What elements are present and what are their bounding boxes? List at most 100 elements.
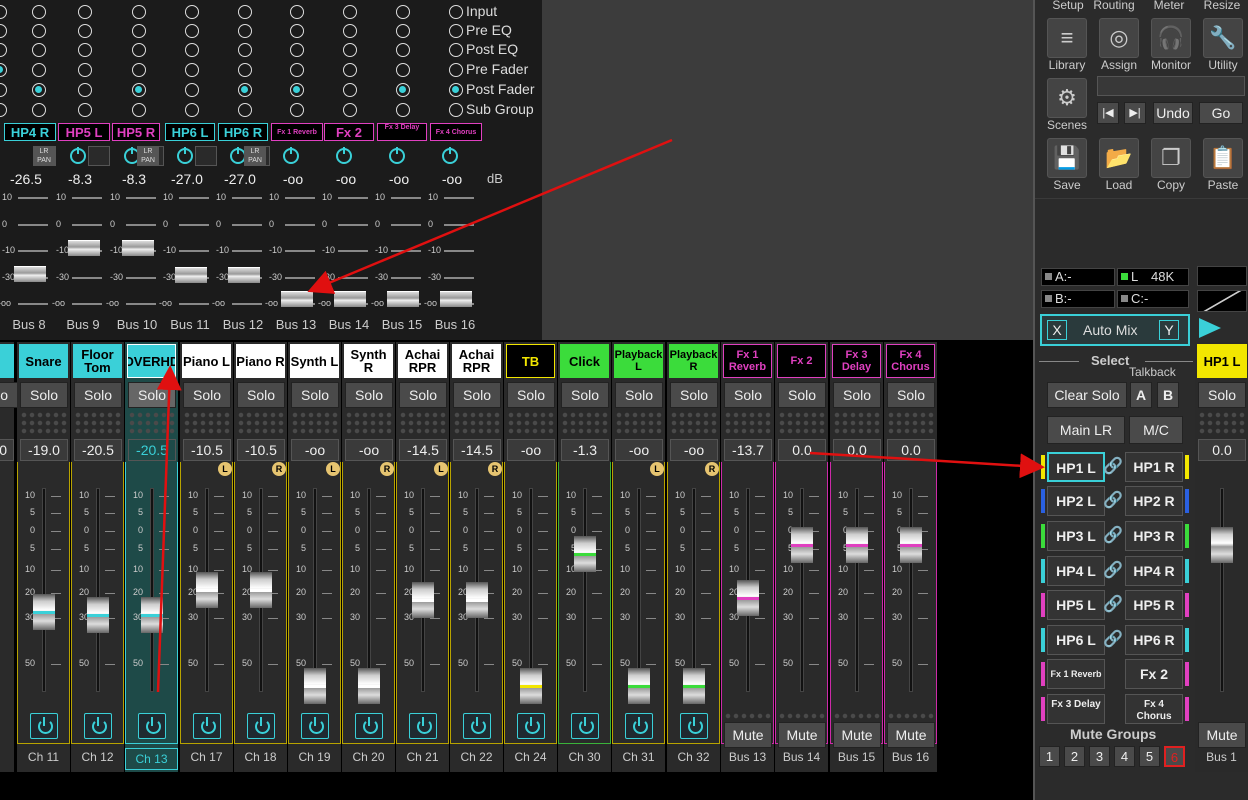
tap-radio[interactable] [238, 5, 252, 19]
channel-on-icon[interactable] [517, 713, 545, 739]
solo-button[interactable]: Solo [833, 382, 881, 408]
bus-name-16[interactable]: Fx 4 Chorus [430, 123, 482, 141]
tap-radio[interactable] [132, 103, 146, 117]
play-icon[interactable] [1199, 318, 1221, 338]
copy-icon[interactable]: ❐ [1151, 138, 1191, 178]
next-scene-button[interactable]: ▶| [1124, 102, 1146, 124]
select-hp4-l[interactable]: HP4 L [1047, 556, 1105, 586]
channel-name-ch-12[interactable]: Floor Tom [73, 344, 122, 378]
tap-radio[interactable] [343, 63, 357, 77]
solo-button[interactable]: Solo [345, 382, 393, 408]
tap-radio[interactable] [32, 24, 46, 38]
right-strip-name[interactable]: HP1 L [1197, 344, 1247, 378]
mute-button[interactable]: Mute [724, 722, 772, 748]
channel-name-ch-11[interactable]: Snare [19, 344, 68, 378]
channel-on-icon[interactable] [680, 713, 708, 739]
tap-radio[interactable] [0, 43, 7, 57]
utility-icon[interactable]: 🔧 [1203, 18, 1243, 58]
bus-name-10[interactable]: HP5 R [112, 123, 160, 141]
tap-radio[interactable] [290, 103, 304, 117]
tap-radio[interactable] [132, 24, 146, 38]
monitor-icon[interactable]: 🎧 [1151, 18, 1191, 58]
paste-icon[interactable]: 📋 [1203, 138, 1243, 178]
channel-on-icon[interactable] [409, 713, 437, 739]
solo-button[interactable]: Solo [399, 382, 447, 408]
channel-on-icon[interactable] [355, 713, 383, 739]
solo-button[interactable]: Solo [670, 382, 718, 408]
tap-radio[interactable] [185, 83, 199, 97]
tap-radio-pre-fader[interactable] [449, 63, 463, 77]
mc-button[interactable]: M/C [1129, 416, 1183, 444]
tap-radio[interactable] [78, 24, 92, 38]
channel-name-ch-17[interactable]: Piano L [182, 344, 231, 378]
tap-radio[interactable] [290, 63, 304, 77]
bus-name-8[interactable]: HP4 R [4, 123, 56, 141]
select-hp1-r[interactable]: HP1 R [1125, 452, 1183, 482]
tap-radio[interactable] [396, 24, 410, 38]
tap-radio[interactable] [238, 24, 252, 38]
select-hp5-r[interactable]: HP5 R [1125, 590, 1183, 620]
select-hp6-r[interactable]: HP6 R [1125, 625, 1183, 655]
menu-routing[interactable]: Routing [1089, 0, 1139, 12]
channel-fader-cap[interactable] [520, 668, 542, 704]
select-hp5-l[interactable]: HP5 L [1047, 590, 1105, 620]
tap-radio[interactable] [238, 83, 252, 97]
channel-on-icon[interactable] [625, 713, 653, 739]
bus-name-13[interactable]: Fx 1 Reverb [271, 123, 323, 141]
channel-fader-cap[interactable] [900, 527, 922, 563]
channel-fader-cap[interactable] [846, 527, 868, 563]
solo-button[interactable]: Solo [507, 382, 555, 408]
tap-radio[interactable] [185, 5, 199, 19]
channel-on-icon[interactable] [193, 713, 221, 739]
tap-radio[interactable] [396, 43, 410, 57]
channel-name-ch-22[interactable]: Achai RPR [452, 344, 501, 378]
bus-fader-cap[interactable] [334, 291, 366, 307]
select-hp2-r[interactable]: HP2 R [1125, 486, 1183, 516]
select-hp4-r[interactable]: HP4 R [1125, 556, 1183, 586]
tap-radio-input[interactable] [449, 5, 463, 19]
link-icon[interactable]: 🔗 [1103, 457, 1123, 477]
channel-fader-cap[interactable] [683, 668, 705, 704]
partial-solo-button[interactable]: Solo [0, 382, 18, 408]
tap-radio[interactable] [0, 103, 7, 117]
tap-radio[interactable] [132, 63, 146, 77]
channel-name-ch-18[interactable]: Piano R [236, 344, 285, 378]
undo-button[interactable]: Undo [1153, 102, 1193, 124]
channel-fader-cap[interactable] [196, 572, 218, 609]
mute-group-3[interactable]: 3 [1089, 746, 1110, 767]
tap-radio[interactable] [396, 5, 410, 19]
channel-name-bus-13[interactable]: Fx 1 Reverb [723, 344, 772, 378]
channel-name-bus-15[interactable]: Fx 3 Delay [832, 344, 881, 378]
mute-button[interactable]: Mute [887, 722, 935, 748]
channel-on-icon[interactable] [84, 713, 112, 739]
mute-group-6[interactable]: 6 [1164, 746, 1185, 767]
tap-radio[interactable] [185, 63, 199, 77]
channel-fader-cap[interactable] [737, 580, 759, 617]
right-fader-cap[interactable] [1211, 527, 1233, 563]
channel-name-ch-32[interactable]: Playback R [669, 344, 718, 378]
channel-fader-cap[interactable] [250, 572, 272, 609]
tap-radio[interactable] [78, 103, 92, 117]
menu-meter[interactable]: Meter [1144, 0, 1194, 12]
channel-fader-cap[interactable] [412, 582, 434, 619]
select-hp3-l[interactable]: HP3 L [1047, 521, 1105, 551]
bus-name-15[interactable]: Fx 3 Delay [377, 123, 427, 141]
channel-on-icon[interactable] [30, 713, 58, 739]
tap-radio[interactable] [78, 5, 92, 19]
channel-on-icon[interactable] [247, 713, 275, 739]
select-fx-4[interactable]: Fx 4 Chorus [1125, 694, 1183, 724]
tap-radio[interactable] [343, 83, 357, 97]
channel-name-ch-13[interactable]: OVERHD [127, 344, 176, 378]
bus-name-9[interactable]: HP5 L [58, 123, 110, 141]
bus-fader-cap[interactable] [14, 266, 46, 283]
select-hp2-l[interactable]: HP2 L [1047, 486, 1105, 516]
tap-radio[interactable] [238, 43, 252, 57]
tap-radio[interactable] [396, 83, 410, 97]
right-mute-button[interactable]: Mute [1198, 722, 1246, 748]
bus-fader-cap[interactable] [440, 291, 472, 307]
channel-name-ch-21[interactable]: Achai RPR [398, 344, 447, 378]
tap-radio[interactable] [0, 5, 7, 19]
bus-name-11[interactable]: HP6 L [165, 123, 215, 141]
channel-fader-cap[interactable] [466, 582, 488, 619]
bus-name-12[interactable]: HP6 R [218, 123, 268, 141]
